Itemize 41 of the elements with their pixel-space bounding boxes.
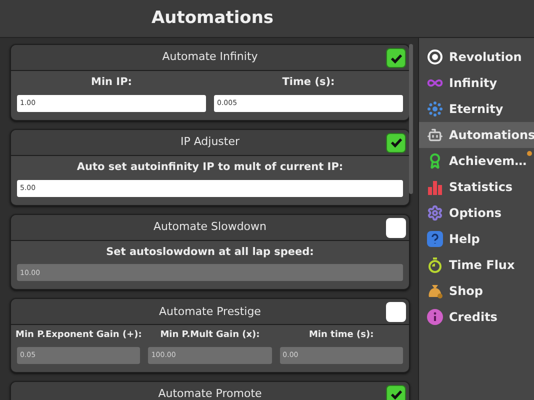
field-label: Min P.Mult Gain (x):	[160, 329, 260, 342]
sidebar-item[interactable]: Help	[419, 226, 534, 252]
sidebar-item[interactable]: Eternity	[419, 96, 534, 122]
toggle-checkbox[interactable]	[386, 48, 406, 68]
check-icon	[390, 52, 402, 64]
info-icon	[427, 309, 443, 325]
ring-icon	[427, 49, 443, 65]
sidebar-item[interactable]: Infinity	[419, 70, 534, 96]
medal-icon	[427, 153, 443, 169]
sidebar-item[interactable]: Revolution	[419, 44, 534, 70]
field-label: Set autoslowdown at all lap speed:	[106, 244, 314, 260]
card-title: Automate Slowdown	[153, 218, 267, 235]
robot-icon	[427, 127, 443, 143]
sidebar-item[interactable]: Shop	[419, 278, 534, 304]
field-label: Min P.Exponent Gain (+):	[16, 329, 142, 342]
card-title: Automate Promote	[158, 386, 262, 400]
sidebar-item[interactable]: Options	[419, 200, 534, 226]
stopwatch-icon	[427, 257, 443, 273]
settings-icon	[427, 205, 443, 221]
toggle-checkbox[interactable]	[386, 384, 406, 400]
field-label: Min time (s):	[308, 329, 374, 342]
sidebar-item[interactable]: Achievem…	[419, 148, 534, 174]
help-icon	[427, 231, 443, 247]
card-title: Automate Prestige	[159, 304, 261, 320]
sidebar-item[interactable]: Time Flux	[419, 252, 534, 278]
page-title: Automations	[150, 6, 275, 30]
toggle-checkbox[interactable]	[386, 302, 406, 322]
bar-chart-icon	[427, 179, 443, 195]
sidebar-item[interactable]: Statistics	[419, 174, 534, 200]
toggle-checkbox[interactable]	[386, 218, 406, 238]
card-title: IP Adjuster	[180, 134, 240, 150]
field-label: Auto set autoinfinity IP to mult of current IP:	[76, 160, 344, 175]
dotted-circle-icon	[427, 101, 443, 117]
sidebar-item[interactable]: Credits	[419, 304, 534, 330]
money-bag-icon	[427, 283, 443, 299]
field-label: Time (s):	[282, 75, 335, 90]
field-label: Min IP:	[91, 75, 132, 90]
toggle-checkbox[interactable]	[386, 132, 406, 153]
card-title: Automate Infinity	[162, 49, 258, 66]
check-icon	[390, 136, 402, 150]
check-icon	[390, 388, 402, 400]
